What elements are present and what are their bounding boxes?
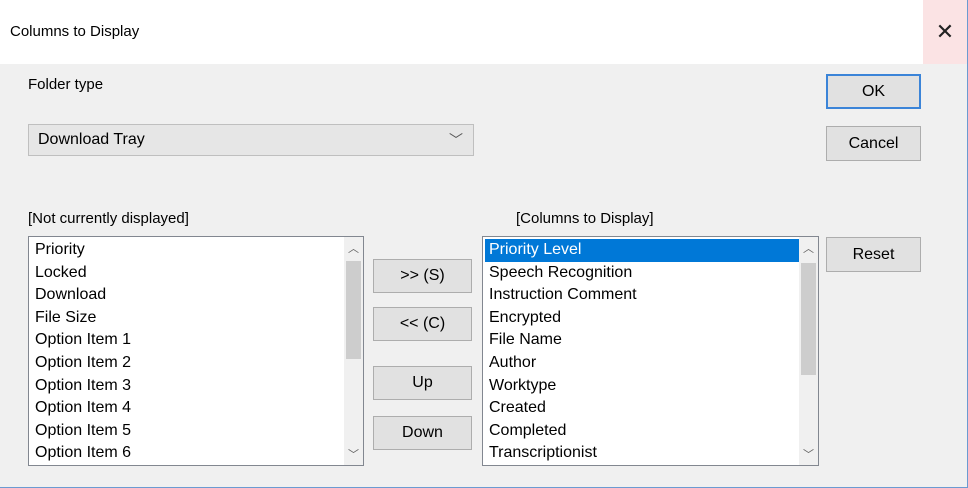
list-item[interactable]: File Name (483, 329, 799, 352)
list-item[interactable]: Completed (483, 420, 799, 443)
list-item[interactable]: Download (29, 284, 344, 307)
scroll-down-arrow-icon[interactable]: ﹀ (344, 445, 363, 463)
ok-button[interactable]: OK (826, 74, 921, 109)
not-displayed-scrollbar[interactable]: ︿ ﹀ (344, 237, 363, 465)
list-item[interactable]: Option Item 5 (29, 420, 344, 443)
folder-type-dropdown[interactable]: Download Tray ﹀ (28, 124, 474, 156)
columns-to-display-label: [Columns to Display] (516, 210, 654, 227)
chevron-down-icon: ﹀ (449, 132, 463, 148)
not-displayed-listbox[interactable]: Priority Locked Download File Size Optio… (28, 236, 364, 466)
list-item[interactable]: Encrypted (483, 307, 799, 330)
remove-column-button[interactable]: << (C) (373, 307, 472, 341)
list-item[interactable]: Instruction Comment (483, 284, 799, 307)
columns-to-display-listbox[interactable]: Priority Level Speech Recognition Instru… (482, 236, 819, 466)
reset-button[interactable]: Reset (826, 237, 921, 272)
list-item[interactable]: Option Item 1 (29, 329, 344, 352)
list-item[interactable]: Option Item 4 (29, 397, 344, 420)
folder-type-value: Download Tray (38, 131, 145, 148)
add-column-button[interactable]: >> (S) (373, 259, 472, 293)
scrollbar-thumb[interactable] (801, 263, 816, 375)
list-item-selected[interactable]: Priority Level (485, 239, 799, 262)
list-item[interactable]: Option Item 2 (29, 352, 344, 375)
list-item[interactable]: Locked (29, 262, 344, 285)
dialog-title: Columns to Display (10, 23, 140, 40)
scrollbar-thumb[interactable] (346, 261, 361, 359)
scroll-up-arrow-icon[interactable]: ︿ (799, 239, 818, 257)
close-button[interactable]: ✕ (923, 0, 967, 64)
list-item[interactable]: Transcriptionist (483, 442, 799, 465)
scroll-up-arrow-icon[interactable]: ︿ (344, 239, 363, 257)
list-item[interactable]: Author (483, 352, 799, 375)
list-item[interactable]: Created (483, 397, 799, 420)
list-item[interactable]: Worktype (483, 375, 799, 398)
folder-type-label: Folder type (28, 76, 104, 93)
not-displayed-label: [Not currently displayed] (28, 210, 189, 227)
close-icon: ✕ (935, 19, 955, 44)
scroll-down-arrow-icon[interactable]: ﹀ (799, 445, 818, 463)
columns-dialog: Columns to Display ✕ Folder type Downloa… (0, 0, 968, 488)
list-item[interactable]: File Size (29, 307, 344, 330)
move-up-button[interactable]: Up (373, 366, 472, 400)
list-item[interactable]: Option Item 6 (29, 442, 344, 465)
title-bar: Columns to Display ✕ (0, 0, 967, 64)
list-item[interactable]: Option Item 3 (29, 375, 344, 398)
columns-to-display-scrollbar[interactable]: ︿ ﹀ (799, 237, 818, 465)
list-item[interactable]: Speech Recognition (483, 262, 799, 285)
move-down-button[interactable]: Down (373, 416, 472, 450)
cancel-button[interactable]: Cancel (826, 126, 921, 161)
list-item[interactable]: Priority (29, 239, 344, 262)
